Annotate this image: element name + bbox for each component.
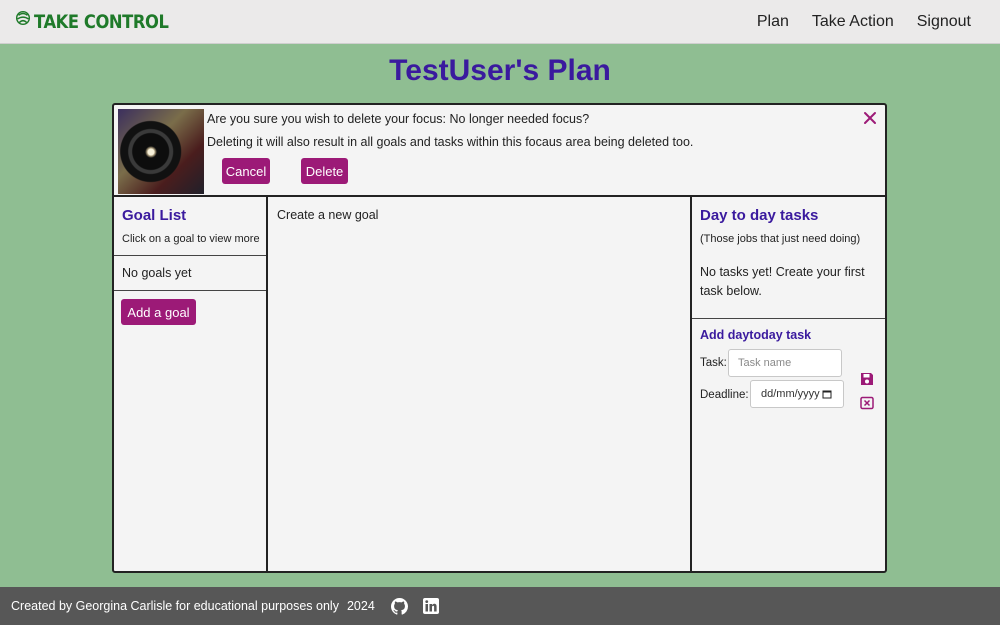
footer: Created by Georgina Carlisle for educati… (0, 587, 1000, 625)
goal-detail-column: Create a new goal (268, 197, 692, 571)
add-task-heading: Add daytoday task (700, 328, 812, 342)
goal-list-heading: Goal List (122, 207, 187, 224)
focus-image (118, 109, 204, 194)
delete-button[interactable]: Delete (301, 158, 348, 184)
cancel-button[interactable]: Cancel (222, 158, 270, 184)
deadline-value: dd/mm/yyyy (761, 388, 820, 400)
nav-plan-link[interactable]: Plan (757, 13, 789, 31)
delete-focus-confirm: Are you sure you wish to delete your foc… (114, 105, 885, 197)
lens-glint (145, 146, 157, 158)
footer-credit: Created by Georgina Carlisle for educati… (11, 599, 339, 613)
calendar-icon[interactable] (822, 389, 832, 399)
brand-name: TAKE CONTROL (34, 11, 169, 33)
footer-year: 2024 (346, 599, 375, 613)
confirm-question: Are you sure you wish to delete your foc… (207, 112, 590, 126)
tasks-empty-text: No tasks yet! Create your first task bel… (700, 265, 865, 298)
tasks-divider (692, 318, 885, 319)
confirm-note: Deleting it will also result in all goal… (207, 135, 694, 149)
deadline-date-input[interactable]: dd/mm/yyyy (750, 380, 844, 408)
goal-list-subtitle: Click on a goal to view more (122, 233, 260, 245)
main-nav: Plan Take Action Signout (757, 0, 971, 44)
cancel-icon[interactable] (860, 396, 874, 410)
plan-panel: Are you sure you wish to delete your foc… (112, 103, 887, 573)
nav-signout-link[interactable]: Signout (917, 13, 971, 31)
goal-divider-top (114, 255, 266, 256)
save-icon[interactable] (860, 372, 874, 386)
nav-take-action-link[interactable]: Take Action (812, 13, 894, 31)
brand-logo[interactable]: TAKE CONTROL (14, 8, 190, 36)
goal-list-column: Goal List Click on a goal to view more N… (114, 197, 268, 571)
linkedin-icon[interactable] (422, 598, 439, 614)
add-goal-button[interactable]: Add a goal (121, 299, 196, 325)
deadline-label: Deadline: (700, 389, 749, 401)
github-icon[interactable] (390, 597, 408, 615)
goal-divider-bottom (114, 290, 266, 291)
page-title: TestUser's Plan (389, 54, 611, 87)
tasks-subtitle: (Those jobs that just need doing) (700, 233, 861, 245)
create-goal-text[interactable]: Create a new goal (277, 208, 378, 222)
task-name-input[interactable] (728, 349, 842, 377)
close-icon[interactable] (863, 111, 877, 125)
goals-empty-text: No goals yet (122, 266, 192, 280)
top-navbar: TAKE CONTROL Plan Take Action Signout (0, 0, 1000, 44)
daytoday-tasks-column: Day to day tasks (Those jobs that just n… (692, 197, 885, 571)
task-name-label: Task: (700, 357, 727, 369)
tasks-heading: Day to day tasks (700, 207, 819, 224)
logo-leaf-icon (15, 10, 31, 26)
